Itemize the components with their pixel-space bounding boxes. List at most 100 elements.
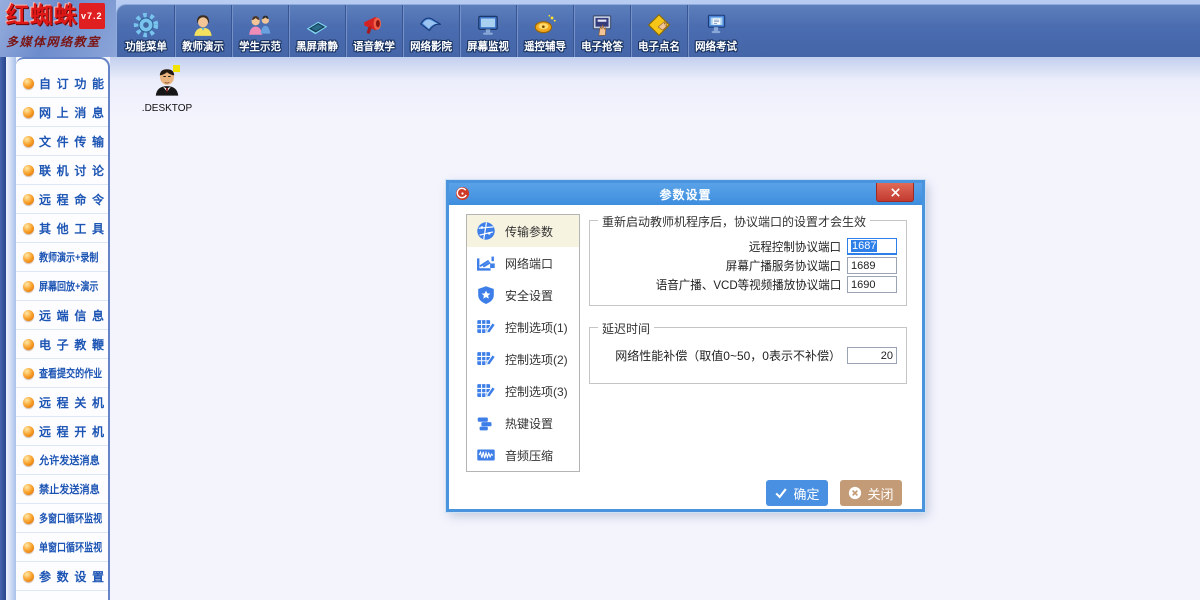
orange-bullet-icon	[23, 397, 34, 408]
orange-bullet-icon	[23, 368, 34, 379]
sidebar-item-parameter-settings[interactable]: 参数设置	[16, 562, 108, 591]
students-icon	[247, 9, 273, 38]
teacher-icon	[190, 9, 216, 38]
dialog-titlebar[interactable]: 参数设置	[449, 183, 922, 205]
check-icon	[774, 486, 788, 500]
hand-screen-icon	[589, 9, 615, 38]
field-label: 屏幕广播服务协议端口	[726, 257, 841, 274]
exam-monitor-icon	[703, 9, 729, 38]
sidebar-menu-panel: 自订功能 网上消息 文件传输 联机讨论 远程命令 其他工具 教师演示+录制 屏幕…	[16, 57, 110, 600]
screen-broadcast-port-input[interactable]: 1689	[847, 257, 897, 274]
orange-bullet-icon	[23, 339, 34, 350]
toolbar: 功能菜单 教师演示 学生示范 黑屏肃静	[116, 4, 1200, 57]
parameter-settings-dialog: 参数设置 传输参数 网络端口 安全	[446, 180, 925, 512]
orange-bullet-icon	[23, 281, 34, 292]
orange-bullet-icon	[23, 484, 34, 495]
sidebar-item-electronic-pointer[interactable]: 电子教鞭	[16, 330, 108, 359]
toolbar-button-student-demo[interactable]: 学生示范	[231, 5, 288, 57]
network-port-icon	[475, 252, 497, 274]
dialog-nav-security-settings[interactable]: 安全设置	[467, 279, 579, 311]
dialog-nav-control-options-2[interactable]: 控制选项(2)	[467, 343, 579, 375]
waveform-icon	[475, 444, 497, 466]
close-button[interactable]: 关闭	[840, 480, 902, 506]
toolbar-button-remote-tutoring[interactable]: 遥控辅导	[516, 5, 573, 57]
dialog-nav-control-options-3[interactable]: 控制选项(3)	[467, 375, 579, 407]
toolbar-button-teacher-demo[interactable]: 教师演示	[174, 5, 231, 57]
version-badge: v7.2	[79, 3, 105, 29]
dialog-nav-audio-compression[interactable]: 音频压缩	[467, 439, 579, 471]
close-circle-icon	[848, 486, 862, 500]
app-title-text: 红蜘蛛	[6, 3, 78, 28]
dialog-button-row: 确定 关闭	[766, 480, 902, 506]
sidebar-highlight-strip	[6, 57, 16, 600]
dialog-nav-control-options-1[interactable]: 控制选项(1)	[467, 311, 579, 343]
toolbar-button-screen-monitor[interactable]: 屏幕监视	[459, 5, 516, 57]
app-title: 红蜘蛛v7.2	[6, 3, 116, 29]
toolbar-button-voice-teaching[interactable]: 语音教学	[345, 5, 402, 57]
app-window: 红蜘蛛v7.2 多媒体网络教室 功能菜单 教师演示 学生示范	[0, 0, 1200, 600]
shield-star-icon	[475, 284, 497, 306]
black-screen-icon	[304, 9, 330, 38]
field-label: 网络性能补偿（取值0~50，0表示不补偿）	[615, 347, 841, 364]
sidebar-item-remote-info[interactable]: 远端信息	[16, 301, 108, 330]
field-row: 远程控制协议端口 1687	[590, 237, 906, 256]
orange-bullet-icon	[23, 107, 34, 118]
toolbar-button-function-menu[interactable]: 功能菜单	[117, 5, 174, 57]
ok-button[interactable]: 确定	[766, 480, 828, 506]
orange-bullet-icon	[23, 571, 34, 582]
orange-bullet-icon	[23, 426, 34, 437]
sidebar-item-remote-shutdown[interactable]: 远程关机	[16, 388, 108, 417]
student-avatar	[149, 64, 185, 103]
delay-time-group: 延迟时间 网络性能补偿（取值0~50，0表示不补偿） 20	[589, 327, 907, 384]
app-logo: 红蜘蛛v7.2 多媒体网络教室	[0, 0, 116, 57]
dialog-body: 传输参数 网络端口 安全设置 控制选项(1)	[449, 205, 922, 512]
delay-compensation-input[interactable]: 20	[847, 347, 897, 364]
sidebar-item-single-window-monitor[interactable]: 单窗口循环监视	[16, 533, 108, 562]
dialog-title: 参数设置	[659, 186, 711, 203]
orange-bullet-icon	[23, 252, 34, 263]
dialog-close-button[interactable]	[876, 183, 914, 202]
field-row: 屏幕广播服务协议端口 1689	[590, 256, 906, 275]
sidebar: 自订功能 网上消息 文件传输 联机讨论 远程命令 其他工具 教师演示+录制 屏幕…	[0, 57, 110, 600]
toolbar-button-quiz-buzzer[interactable]: 电子抢答	[573, 5, 630, 57]
field-label: 语音广播、VCD等视频播放协议端口	[655, 276, 841, 293]
spider-logo-icon	[455, 186, 470, 201]
hotkey-icon	[475, 412, 497, 434]
orange-bullet-icon	[23, 165, 34, 176]
sidebar-item-custom-functions[interactable]: 自订功能	[16, 69, 108, 98]
desktop-student-icon[interactable]: .DESKTOP	[138, 64, 196, 114]
top-bar: 红蜘蛛v7.2 多媒体网络教室 功能菜单 教师演示 学生示范	[0, 0, 1200, 57]
grid-pencil-icon	[475, 380, 497, 402]
roll-call-icon	[646, 9, 672, 38]
sidebar-item-file-transfer[interactable]: 文件传输	[16, 127, 108, 156]
dialog-nav-hotkey-settings[interactable]: 热键设置	[467, 407, 579, 439]
sidebar-item-remote-command[interactable]: 远程命令	[16, 185, 108, 214]
film-icon	[418, 9, 444, 38]
sidebar-item-remote-boot[interactable]: 远程开机	[16, 417, 108, 446]
toolbar-button-network-cinema[interactable]: 网络影院	[402, 5, 459, 57]
sidebar-item-teacher-demo-record[interactable]: 教师演示+录制	[16, 243, 108, 272]
delay-group-legend: 延迟时间	[598, 320, 654, 337]
sidebar-item-allow-messages[interactable]: 允许发送消息	[16, 446, 108, 475]
sidebar-item-other-tools[interactable]: 其他工具	[16, 214, 108, 243]
field-row: 语音广播、VCD等视频播放协议端口 1690	[590, 275, 906, 294]
orange-bullet-icon	[23, 194, 34, 205]
web-icon	[475, 220, 497, 242]
remote-control-port-input[interactable]: 1687	[847, 238, 897, 255]
voice-broadcast-port-input[interactable]: 1690	[847, 276, 897, 293]
sidebar-item-multi-window-monitor[interactable]: 多窗口循环监视	[16, 504, 108, 533]
field-label: 远程控制协议端口	[749, 238, 841, 255]
sidebar-item-view-submitted-homework[interactable]: 查看提交的作业	[16, 359, 108, 388]
dialog-nav-network-ports[interactable]: 网络端口	[467, 247, 579, 279]
sidebar-item-screen-playback-demo[interactable]: 屏幕回放+演示	[16, 272, 108, 301]
dialog-nav-panel: 传输参数 网络端口 安全设置 控制选项(1)	[466, 214, 580, 472]
sidebar-item-online-messages[interactable]: 网上消息	[16, 98, 108, 127]
toolbar-button-roll-call[interactable]: 电子点名	[630, 5, 687, 57]
sidebar-item-online-discussion[interactable]: 联机讨论	[16, 156, 108, 185]
sidebar-item-forbid-messages[interactable]: 禁止发送消息	[16, 475, 108, 504]
app-subtitle: 多媒体网络教室	[6, 33, 116, 50]
dialog-nav-transfer-params[interactable]: 传输参数	[467, 215, 579, 247]
toolbar-button-online-exam[interactable]: 网络考试	[687, 5, 744, 57]
status-badge	[173, 65, 180, 72]
toolbar-button-black-screen[interactable]: 黑屏肃静	[288, 5, 345, 57]
